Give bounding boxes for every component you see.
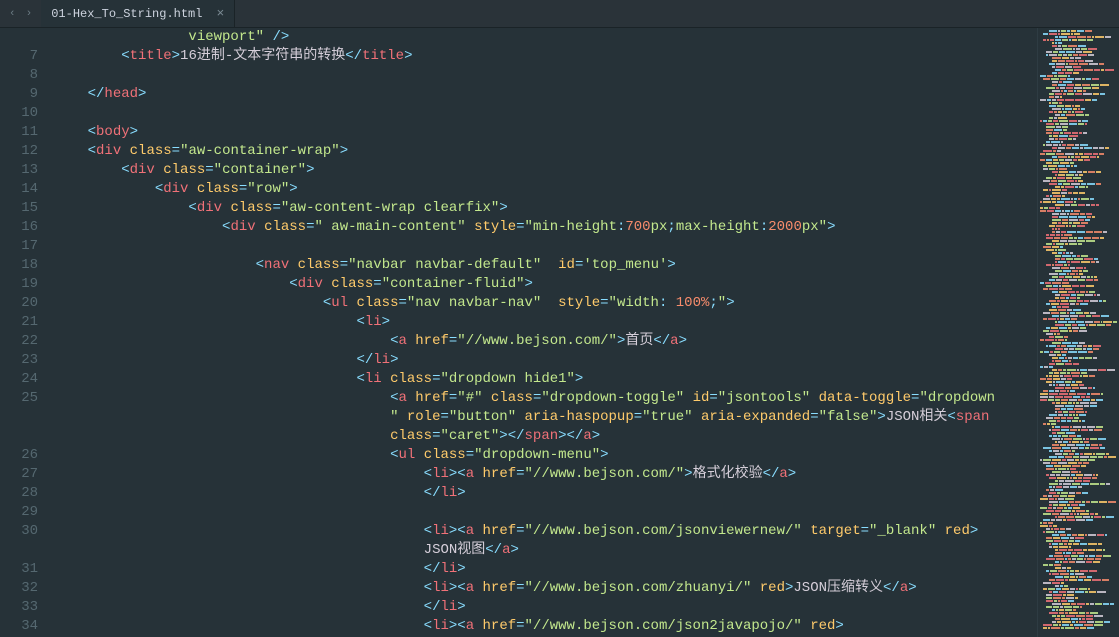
code-line[interactable]: </head> — [54, 85, 1037, 104]
line-number: 18 — [0, 256, 38, 275]
code-line[interactable] — [54, 66, 1037, 85]
code-line[interactable]: " role="button" aria-haspopup="true" ari… — [54, 408, 1037, 427]
line-number: 12 — [0, 142, 38, 161]
code-line[interactable]: </li> — [54, 484, 1037, 503]
code-line[interactable]: <li class="dropdown hide1"> — [54, 370, 1037, 389]
line-number: 8 — [0, 66, 38, 85]
line-number: 27 — [0, 465, 38, 484]
nav-back-icon[interactable]: ‹ — [6, 6, 19, 22]
code-line[interactable]: JSON视图</a> — [54, 541, 1037, 560]
file-tab[interactable]: 01-Hex_To_String.html × — [41, 0, 235, 27]
line-number: 32 — [0, 579, 38, 598]
code-line[interactable]: <div class="aw-container-wrap"> — [54, 142, 1037, 161]
tab-bar: ‹ › 01-Hex_To_String.html × — [0, 0, 1119, 28]
code-line[interactable] — [54, 104, 1037, 123]
line-number — [0, 427, 38, 446]
line-number — [0, 408, 38, 427]
line-number: 29 — [0, 503, 38, 522]
code-line[interactable]: <div class=" aw-main-content" style="min… — [54, 218, 1037, 237]
minimap[interactable] — [1037, 28, 1119, 637]
line-number: 26 — [0, 446, 38, 465]
line-number: 25 — [0, 389, 38, 408]
line-number: 15 — [0, 199, 38, 218]
code-line[interactable]: <li><a href="//www.bejson.com/zhuanyi/" … — [54, 579, 1037, 598]
code-content[interactable]: viewport" /> <title>16进制-文本字符串的转换</title… — [54, 28, 1037, 637]
code-line[interactable]: <div class="aw-content-wrap clearfix"> — [54, 199, 1037, 218]
line-number: 14 — [0, 180, 38, 199]
line-number: 30 — [0, 522, 38, 541]
code-line[interactable]: <li> — [54, 313, 1037, 332]
code-line[interactable]: <div class="container-fluid"> — [54, 275, 1037, 294]
code-line[interactable]: viewport" /> — [54, 28, 1037, 47]
line-number: 11 — [0, 123, 38, 142]
code-line[interactable]: </li> — [54, 598, 1037, 617]
code-line[interactable] — [54, 503, 1037, 522]
line-number — [0, 541, 38, 560]
line-number-gutter: 7891011121314151617181920212223242526272… — [0, 28, 54, 637]
close-icon[interactable]: × — [216, 6, 224, 21]
line-number: 16 — [0, 218, 38, 237]
code-line[interactable]: <nav class="navbar navbar-default" id='t… — [54, 256, 1037, 275]
code-line[interactable]: <a href="#" class="dropdown-toggle" id="… — [54, 389, 1037, 408]
code-line[interactable]: </li> — [54, 560, 1037, 579]
line-number: 21 — [0, 313, 38, 332]
line-number: 24 — [0, 370, 38, 389]
line-number: 23 — [0, 351, 38, 370]
code-line[interactable]: <li><a href="//www.bejson.com/json2javap… — [54, 617, 1037, 636]
line-number: 31 — [0, 560, 38, 579]
line-number: 22 — [0, 332, 38, 351]
nav-arrows: ‹ › — [0, 0, 41, 27]
code-line[interactable]: <title>16进制-文本字符串的转换</title> — [54, 47, 1037, 66]
tab-filename: 01-Hex_To_String.html — [51, 7, 202, 21]
main-editor[interactable]: 7891011121314151617181920212223242526272… — [0, 28, 1037, 637]
code-line[interactable]: <a href="//www.bejson.com/">首页</a> — [54, 332, 1037, 351]
line-number: 13 — [0, 161, 38, 180]
line-number: 10 — [0, 104, 38, 123]
code-line[interactable]: </li> — [54, 351, 1037, 370]
code-line[interactable]: <li><a href="//www.bejson.com/jsonviewer… — [54, 522, 1037, 541]
code-line[interactable]: <div class="row"> — [54, 180, 1037, 199]
code-line[interactable]: <li><a href="//www.bejson.com/">格式化校验</a… — [54, 465, 1037, 484]
code-line[interactable]: <ul class="nav navbar-nav" style="width:… — [54, 294, 1037, 313]
line-number: 7 — [0, 47, 38, 66]
editor-area: 7891011121314151617181920212223242526272… — [0, 28, 1119, 637]
line-number: 20 — [0, 294, 38, 313]
line-number: 34 — [0, 617, 38, 636]
line-number: 19 — [0, 275, 38, 294]
code-line[interactable]: <body> — [54, 123, 1037, 142]
code-line[interactable]: class="caret"></span></a> — [54, 427, 1037, 446]
code-line[interactable] — [54, 237, 1037, 256]
code-line[interactable]: <div class="container"> — [54, 161, 1037, 180]
nav-forward-icon[interactable]: › — [23, 6, 36, 22]
line-number: 17 — [0, 237, 38, 256]
line-number: 33 — [0, 598, 38, 617]
line-number — [0, 28, 38, 47]
line-number: 9 — [0, 85, 38, 104]
code-line[interactable]: <ul class="dropdown-menu"> — [54, 446, 1037, 465]
line-number: 28 — [0, 484, 38, 503]
